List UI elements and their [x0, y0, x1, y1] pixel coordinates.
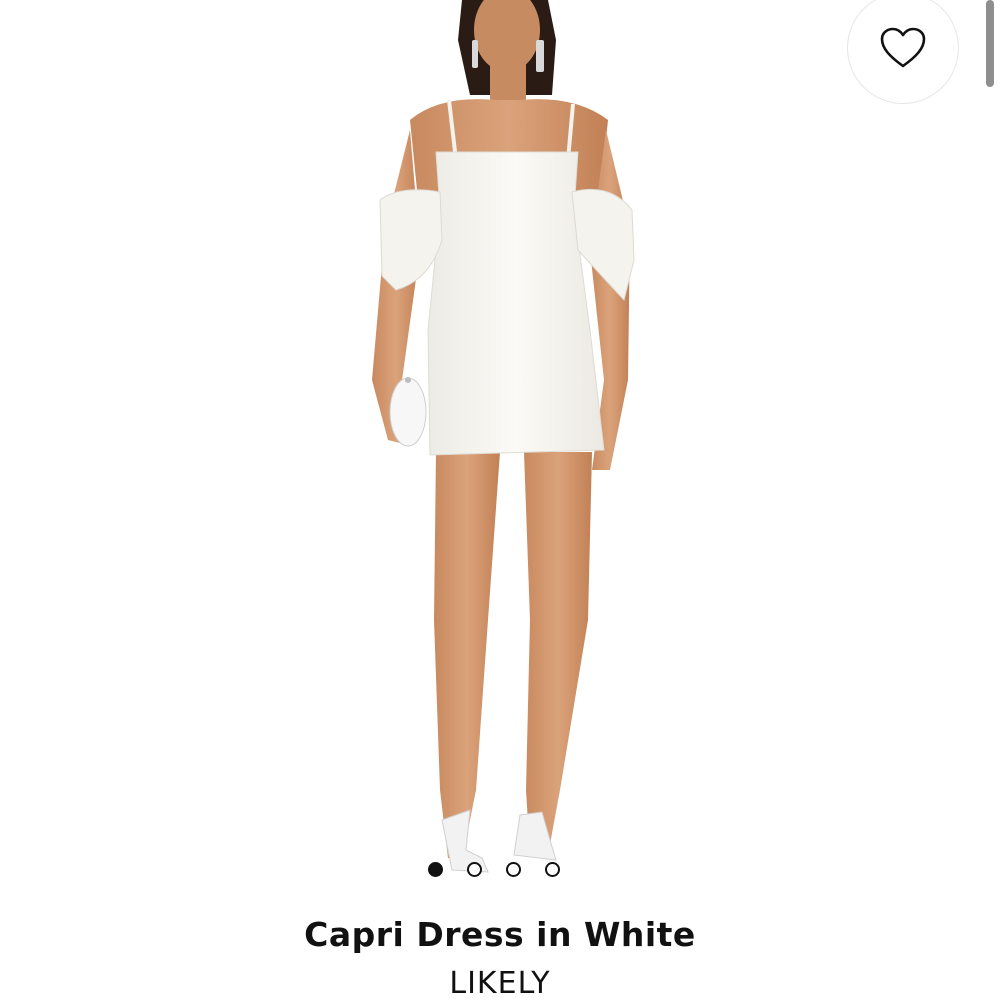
heart-outline-icon [880, 27, 926, 68]
carousel-dot[interactable] [428, 861, 443, 877]
scrollbar[interactable] [986, 0, 994, 87]
product-image[interactable] [0, 0, 1000, 900]
model-photo [372, 0, 635, 873]
carousel-dot[interactable] [506, 861, 521, 877]
carousel-dot[interactable] [467, 861, 482, 877]
carousel-dot[interactable] [545, 861, 560, 877]
carousel-dots [428, 858, 560, 880]
brand-name[interactable]: LIKELY [0, 966, 1000, 1001]
product-title: Capri Dress in White [304, 915, 696, 954]
